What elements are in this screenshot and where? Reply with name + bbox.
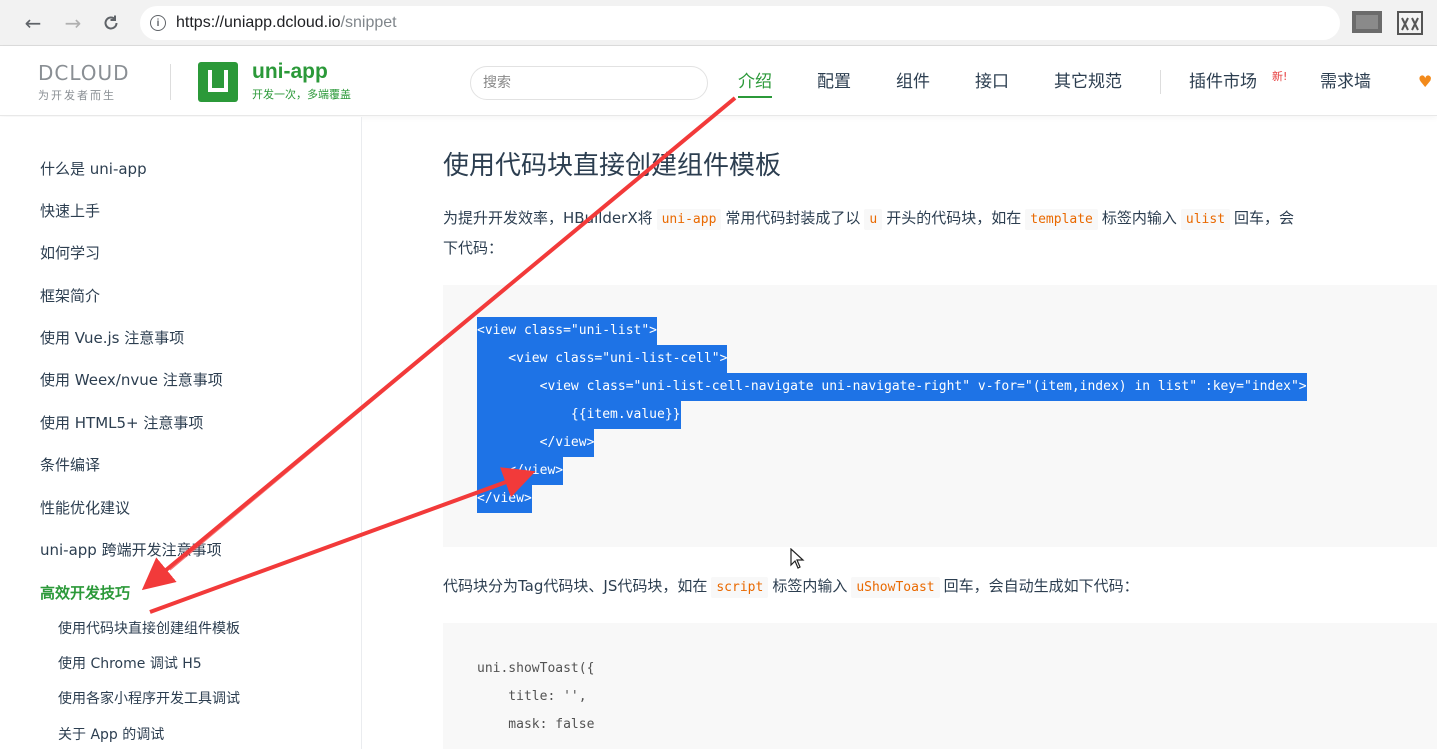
url-host: https://uniapp.dcloud.io (176, 14, 341, 31)
intro-text-4: 标签内输入 (1101, 209, 1177, 227)
dcloud-logo[interactable]: DCLOUD 为开发者而生 (38, 62, 130, 103)
nav-divider (1160, 70, 1161, 94)
code-line[interactable]: </view> (477, 457, 564, 485)
intro-paragraph-line1: 为提升开发效率，HBuilderX将 uni-app 常用代码封装成了以 u 开头的代码… (443, 203, 1294, 235)
sidebar-subitem-miniprogram-debug[interactable]: 使用各家小程序开发工具调试 (58, 689, 240, 709)
code-line[interactable]: title: '', (477, 683, 586, 711)
forward-arrow-icon[interactable]: → (58, 8, 88, 38)
code-line[interactable]: <view class="uni-list-cell-navigate uni-… (477, 373, 1307, 401)
sidebar-item-performance[interactable]: 性能优化建议 (40, 497, 130, 519)
code-line[interactable]: <view class="uni-list"> (477, 317, 658, 345)
sidebar-subitem-chrome-debug[interactable]: 使用 Chrome 调试 H5 (58, 654, 202, 674)
tag-js-paragraph: 代码块分为Tag代码块、JS代码块，如在 script 标签内输入 uShowToas… (443, 571, 1139, 603)
sidebar-item-efficiency-tips[interactable]: 高效开发技巧 (40, 582, 130, 604)
sidebar: 什么是 uni-app 快速上手 如何学习 框架简介 使用 Vue.js 注意事… (0, 117, 362, 749)
tag-js-text-3: 回车，会自动生成如下代码： (943, 577, 1139, 595)
heart-icon[interactable]: ♥ (1418, 72, 1432, 91)
nav-plugin-market[interactable]: 插件市场 (1189, 70, 1257, 94)
sidebar-item-cross-platform[interactable]: uni-app 跨端开发注意事项 (40, 539, 222, 561)
nav-config[interactable]: 配置 (817, 70, 851, 94)
search-input[interactable] (470, 66, 708, 100)
intro-text-1: 为提升开发效率，HBuilderX将 (443, 209, 653, 227)
code-line[interactable]: {{item.value}} (477, 401, 681, 429)
intro-text-2: 常用代码封装成了以 (725, 209, 861, 227)
page-title: 使用代码块直接创建组件模板 (443, 151, 782, 181)
back-arrow-icon[interactable]: ← (18, 8, 48, 38)
sidebar-item-how-to-learn[interactable]: 如何学习 (40, 242, 100, 264)
inline-code-uni-app: uni-app (656, 209, 722, 230)
intro-paragraph-line2: 下代码： (443, 239, 504, 257)
sidebar-subitem-snippet[interactable]: 使用代码块直接创建组件模板 (58, 619, 240, 639)
main-content: 使用代码块直接创建组件模板 为提升开发效率，HBuilderX将 uni-app 常… (363, 117, 1437, 749)
url-path: /snippet (340, 14, 397, 31)
header-divider (170, 64, 171, 100)
sidebar-item-what-is-uni-app[interactable]: 什么是 uni-app (40, 158, 147, 180)
inline-code-ulist: ulist (1180, 209, 1231, 230)
sidebar-subitem-app-debug[interactable]: 关于 App 的调试 (58, 725, 164, 745)
site-header: DCLOUD 为开发者而生 uni-app 开发一次，多端覆盖 介绍 配置 组件… (0, 46, 1437, 116)
nav-components[interactable]: 组件 (896, 70, 930, 94)
dcloud-wordmark: DCLOUD (38, 61, 130, 85)
dcloud-slogan: 为开发者而生 (38, 89, 116, 102)
sidebar-item-vue-notes[interactable]: 使用 Vue.js 注意事项 (40, 327, 184, 349)
code-line[interactable]: mask: false (477, 711, 594, 739)
code-line[interactable]: uni.showToast({ (477, 655, 594, 683)
code-line[interactable]: </view> (477, 485, 532, 513)
sidebar-item-quick-start[interactable]: 快速上手 (40, 200, 100, 222)
uni-app-logo-icon[interactable] (198, 62, 238, 102)
mouse-cursor-icon (790, 548, 805, 569)
inline-code-template: template (1025, 209, 1098, 230)
extension-screen-icon[interactable] (1350, 8, 1386, 38)
code-line[interactable]: </view> (477, 429, 595, 457)
uni-app-name[interactable]: uni-app (252, 60, 328, 84)
nav-intro[interactable]: 介绍 (738, 70, 772, 98)
extension-text-icon[interactable] (1396, 8, 1437, 38)
intro-text-3: 开头的代码块，如在 (886, 209, 1022, 227)
info-icon[interactable]: i (150, 15, 166, 31)
sidebar-item-conditional-compile[interactable]: 条件编译 (40, 454, 100, 476)
code-block-showtoast[interactable]: uni.showToast({ title: '', mask: false (443, 623, 1437, 749)
nav-requests[interactable]: 需求墙 (1320, 70, 1371, 94)
reload-icon[interactable] (96, 8, 126, 38)
inline-code-ushowtoast: uShowToast (851, 577, 940, 598)
uni-app-tagline: 开发一次，多端覆盖 (252, 88, 351, 101)
nav-api[interactable]: 接口 (975, 70, 1009, 94)
sidebar-item-html5plus-notes[interactable]: 使用 HTML5+ 注意事项 (40, 412, 203, 434)
nav-other-specs[interactable]: 其它规范 (1054, 70, 1122, 94)
address-bar[interactable]: i https://uniapp.dcloud.io/snippet (140, 6, 1340, 40)
tag-js-text-1: 代码块分为Tag代码块、JS代码块，如在 (443, 577, 708, 595)
new-badge: 新! (1272, 70, 1288, 83)
sidebar-item-framework[interactable]: 框架简介 (40, 285, 100, 307)
inline-code-u: u (864, 209, 883, 230)
sidebar-item-weex-notes[interactable]: 使用 Weex/nvue 注意事项 (40, 369, 223, 391)
intro-text-5: 回车，会 (1234, 209, 1295, 227)
code-block-ulist[interactable]: <view class="uni-list"> <view class="uni… (443, 285, 1437, 547)
tag-js-text-2: 标签内输入 (772, 577, 848, 595)
inline-code-script: script (711, 577, 769, 598)
code-line[interactable]: <view class="uni-list-cell"> (477, 345, 728, 373)
browser-toolbar: ← → i https://uniapp.dcloud.io/snippet (0, 0, 1437, 46)
